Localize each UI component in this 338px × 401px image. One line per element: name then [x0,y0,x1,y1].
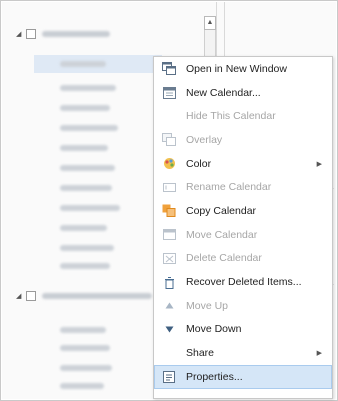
menu-item-color[interactable]: Color ▶ [154,152,332,176]
menu-item-label: Recover Deleted Items... [186,276,302,289]
calendar-name-obscured [60,85,116,91]
calendar-name-obscured [60,125,118,131]
calendar-name-obscured [60,145,108,151]
menu-item-properties[interactable]: Properties... [154,364,332,389]
menu-item-label: Move Down [186,323,242,336]
scroll-up-button[interactable]: ▲ [204,16,216,30]
submenu-arrow-icon: ▶ [316,350,322,358]
menu-item-label: Open in New Window [186,62,287,75]
calendar-name-obscured [60,365,112,371]
share-blank-icon [162,346,176,360]
menu-item-label: Delete Calendar [186,252,262,265]
menu-item-label: Rename Calendar [186,181,272,194]
move-calendar-icon [162,228,176,242]
menu-item-label: Copy Calendar [186,204,257,217]
calendar-name-obscured [60,165,115,171]
menu-item-share[interactable]: Share ▶ [154,341,332,365]
menu-item-copy-calendar[interactable]: Copy Calendar [154,199,332,223]
menu-item-open-in-new-window[interactable]: Open in New Window [154,57,332,81]
calendar-name-obscured [60,61,106,67]
calendar-item[interactable] [60,201,120,215]
menu-item-overlay[interactable]: Overlay [154,128,332,152]
calendar-item[interactable] [60,361,112,375]
new-calendar-icon [162,86,176,100]
menu-item-rename-calendar[interactable]: Rename Calendar [154,175,332,199]
recover-icon [162,275,176,289]
calendar-name-obscured [60,245,114,251]
calendar-name-obscured [60,263,110,269]
move-down-icon [162,322,176,336]
calendar-item[interactable] [60,101,110,115]
calendar-item[interactable] [60,81,116,95]
hide-calendar-blank-icon [162,109,176,123]
group-name-obscured [42,31,110,37]
calendar-item[interactable] [60,121,118,135]
calendar-item[interactable] [60,221,107,235]
menu-item-move-down[interactable]: Move Down [154,318,332,342]
menu-item-move-up[interactable]: Move Up [154,294,332,318]
menu-item-move-calendar[interactable]: Move Calendar [154,223,332,247]
group-name-obscured [42,293,152,299]
calendar-name-obscured [60,345,110,351]
rename-icon [162,180,176,194]
menu-item-recover-deleted-items[interactable]: Recover Deleted Items... [154,270,332,294]
calendar-item[interactable] [60,259,110,273]
calendar-item[interactable] [60,323,106,337]
menu-item-label: Hide This Calendar [186,110,276,123]
calendar-item[interactable] [60,57,106,71]
submenu-arrow-icon: ▶ [316,160,322,168]
expander-icon[interactable]: ◢ [16,30,26,38]
menu-item-delete-calendar[interactable]: Delete Calendar [154,247,332,271]
delete-calendar-icon [162,251,176,265]
calendar-name-obscured [60,205,120,211]
menu-item-hide-this-calendar[interactable]: Hide This Calendar [154,104,332,128]
calendar-context-menu: Open in New Window New Calendar... Hide … [153,56,333,399]
calendar-item[interactable] [60,181,112,195]
calendar-item[interactable] [60,161,115,175]
calendar-name-obscured [60,225,107,231]
group-checkbox[interactable] [26,291,36,301]
move-up-icon [162,299,176,313]
menu-item-label: Share [186,347,215,360]
calendar-name-obscured [60,383,104,389]
menu-item-label: New Calendar... [186,86,261,99]
overlay-icon [162,133,176,147]
expander-icon[interactable]: ◢ [16,292,26,300]
calendar-item[interactable] [60,379,104,393]
calendar-name-obscured [60,185,112,191]
calendar-group-header[interactable]: ◢ [16,289,152,303]
calendar-name-obscured [60,327,106,333]
calendar-name-obscured [60,105,110,111]
menu-item-new-calendar[interactable]: New Calendar... [154,81,332,105]
menu-item-label: Properties... [186,370,243,383]
menu-item-label: Overlay [186,133,223,146]
open-window-icon [162,62,176,76]
copy-calendar-icon [162,204,176,218]
menu-item-label: Move Up [186,299,229,312]
calendar-item[interactable] [60,141,108,155]
calendar-item[interactable] [60,341,110,355]
color-palette-icon [162,157,176,171]
menu-item-label: Move Calendar [186,228,258,241]
menu-item-label: Color [186,157,212,170]
calendar-group-header[interactable]: ◢ [16,27,110,41]
calendar-item[interactable] [60,241,114,255]
properties-icon [162,370,176,384]
group-checkbox[interactable] [26,29,36,39]
